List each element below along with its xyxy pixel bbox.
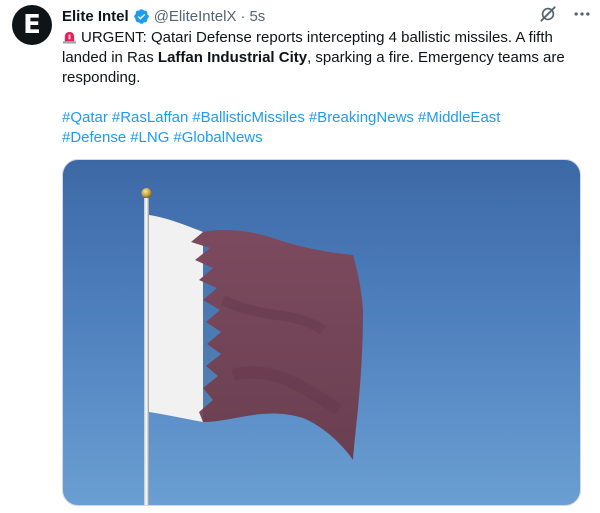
handle[interactable]: @EliteIntelX [154, 8, 237, 25]
hashtag-link[interactable]: #MiddleEast [418, 109, 501, 126]
verified-badge-icon[interactable] [133, 8, 150, 25]
more-icon[interactable] [572, 4, 592, 24]
hashtag-link[interactable]: #BallisticMissiles [192, 109, 305, 126]
hashtag-link[interactable]: #BreakingNews [309, 109, 414, 126]
hashtag-link[interactable]: #Defense [62, 129, 126, 146]
display-name[interactable]: Elite Intel [62, 8, 129, 25]
hashtag-link[interactable]: #RasLaffan [112, 109, 188, 126]
avatar[interactable]: E [12, 5, 52, 45]
flagpole [144, 198, 149, 505]
tweet-text-bold: Laffan Industrial City [157, 49, 308, 66]
hashtag-link[interactable]: #Qatar [62, 109, 108, 126]
header-actions [538, 4, 592, 24]
separator-dot: · [240, 7, 246, 25]
tweet-image[interactable] [62, 159, 581, 506]
grok-icon[interactable] [538, 4, 558, 24]
flagpole-finial [141, 188, 152, 198]
avatar-letter: E [23, 10, 41, 40]
hashtag-list: #Qatar #RasLaffan #BallisticMissiles #Break… [62, 108, 582, 148]
tweet-text: URGENT: Qatari Defense reports intercept… [62, 28, 582, 88]
qatar-flag-photo [141, 188, 363, 505]
rotating-light-icon [62, 31, 77, 44]
hashtag-link[interactable]: #GlobalNews [173, 129, 262, 146]
timestamp[interactable]: 5s [249, 8, 265, 25]
flag-white-band [149, 215, 203, 422]
tweet-header: Elite Intel @EliteIntelX · 5s [62, 6, 265, 26]
hashtag-link[interactable]: #LNG [130, 129, 169, 146]
